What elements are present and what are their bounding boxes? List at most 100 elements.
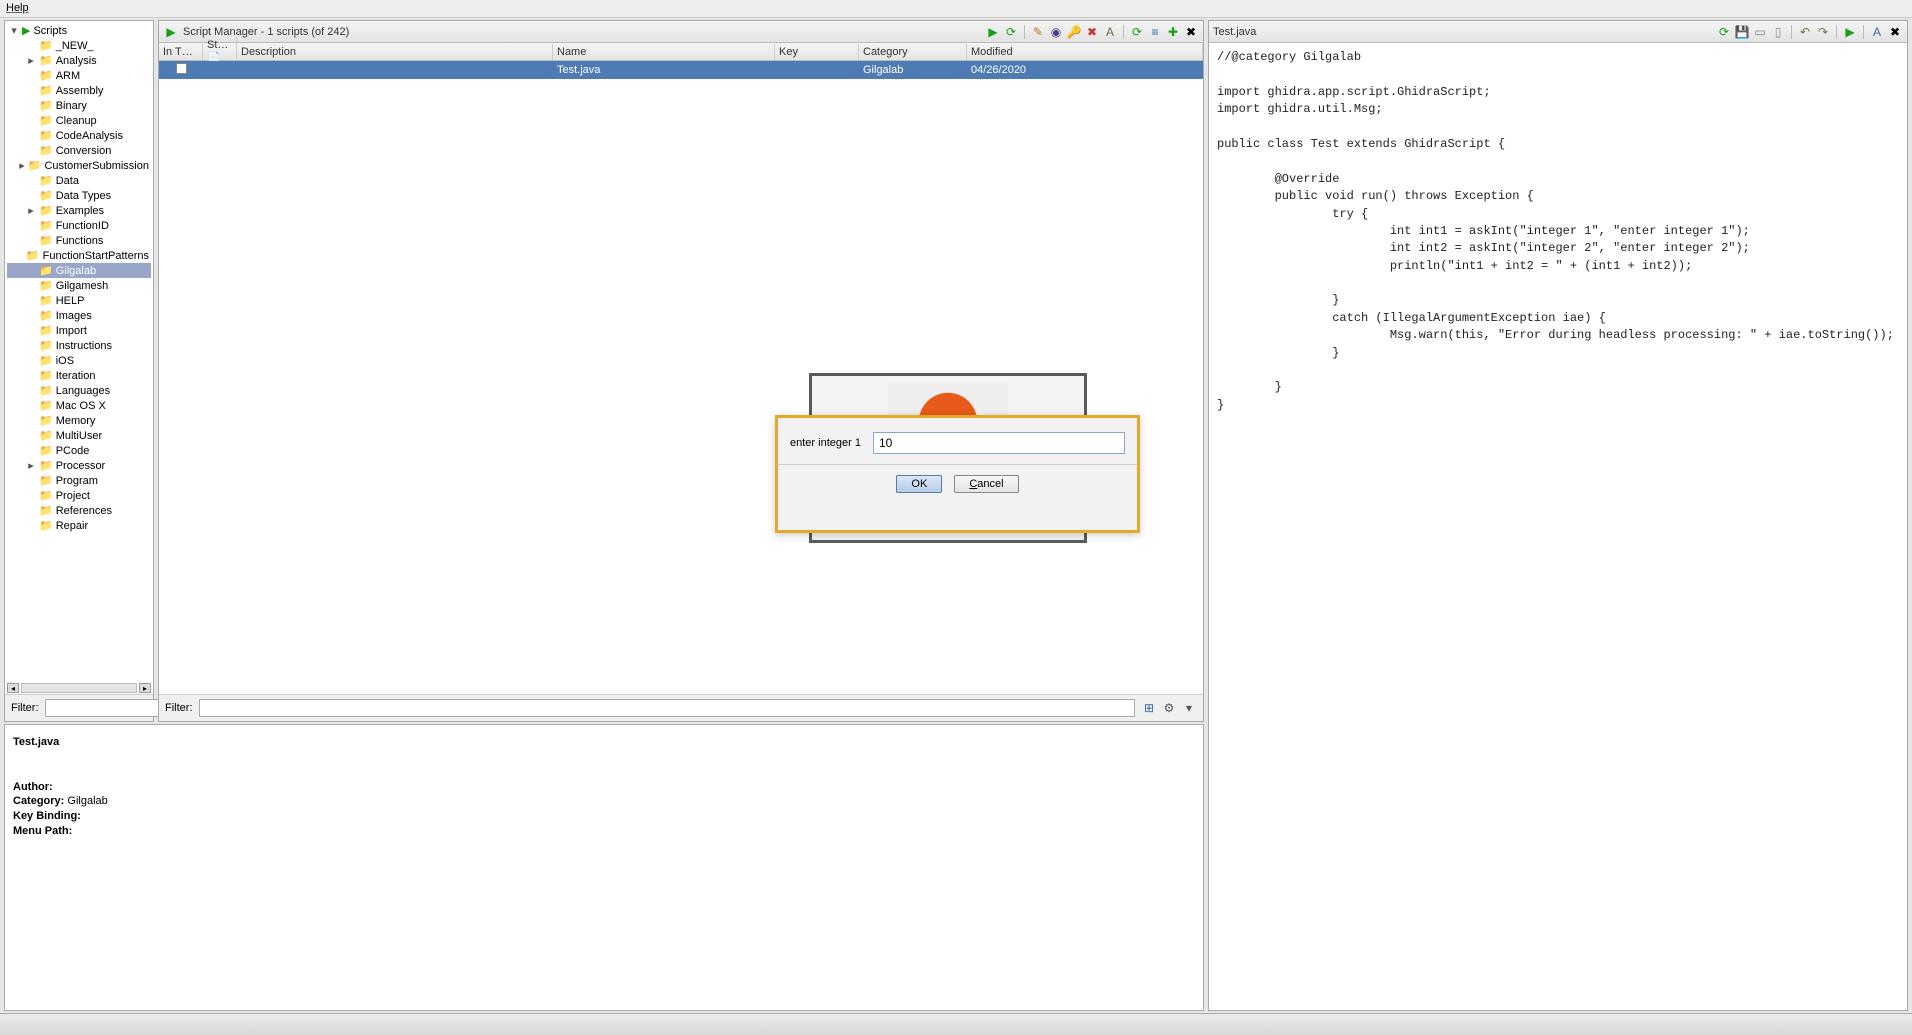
folder-icon: 📁: [39, 339, 53, 352]
folder-icon: 📁: [39, 129, 53, 142]
tree-item-program[interactable]: 📁 Program: [7, 473, 151, 488]
status-bar: [0, 1013, 1912, 1035]
script-meta-panel: Test.java Author: Category: Gilgalab Key…: [4, 724, 1204, 1011]
rename-button[interactable]: A: [1102, 24, 1118, 40]
cancel-button[interactable]: Cancel: [954, 475, 1018, 493]
new-script-button[interactable]: ✚: [1165, 24, 1181, 40]
tree-item-import[interactable]: 📁 Import: [7, 323, 151, 338]
tree-item-instructions[interactable]: 📁 Instructions: [7, 338, 151, 353]
save-button[interactable]: 💾: [1734, 24, 1750, 40]
close-editor-button[interactable]: ✖: [1887, 24, 1903, 40]
tree-item-languages[interactable]: 📁 Languages: [7, 383, 151, 398]
filter-menu-icon[interactable]: ▾: [1181, 700, 1197, 716]
refresh-editor-button[interactable]: ⟳: [1716, 24, 1732, 40]
filter-settings-icon[interactable]: ⚙: [1161, 700, 1177, 716]
undo-button[interactable]: ↶: [1797, 24, 1813, 40]
scroll-right-button[interactable]: ▸: [139, 683, 151, 693]
menu-button[interactable]: ▯: [1770, 24, 1786, 40]
folder-icon: 📁: [39, 474, 53, 487]
col-name[interactable]: Name: [553, 44, 775, 60]
folder-icon: 📁: [26, 249, 40, 262]
menubar: Help: [0, 0, 1912, 18]
tree-item-arm[interactable]: 📁 ARM: [7, 68, 151, 83]
folder-icon: 📁: [39, 189, 53, 202]
script-table-panel: ▶ Script Manager - 1 scripts (of 242) ▶ …: [158, 20, 1204, 722]
meta-key-label: Key Binding:: [13, 810, 81, 822]
redo-button[interactable]: ↷: [1815, 24, 1831, 40]
folder-icon: 📁: [39, 39, 53, 52]
table-filter-input[interactable]: [199, 699, 1136, 717]
folder-icon: 📁: [39, 84, 53, 97]
tree-root[interactable]: ▾▶ Scripts: [7, 23, 151, 38]
scroll-left-button[interactable]: ◂: [7, 683, 19, 693]
tree-item-multiuser[interactable]: 📁 MultiUser: [7, 428, 151, 443]
tree-item-memory[interactable]: 📁 Memory: [7, 413, 151, 428]
play-icon: ▶: [22, 24, 30, 37]
tree-item-iteration[interactable]: 📁 Iteration: [7, 368, 151, 383]
meta-filename: Test.java: [13, 736, 59, 748]
save-as-button[interactable]: ▭: [1752, 24, 1768, 40]
font-button[interactable]: A: [1869, 24, 1885, 40]
tree-item--new-[interactable]: 📁 _NEW_: [7, 38, 151, 53]
tree-item-ios[interactable]: 📁 iOS: [7, 353, 151, 368]
folder-icon: 📁: [39, 399, 53, 412]
col-intool[interactable]: In T…: [159, 44, 203, 60]
tree-item-pcode[interactable]: 📁 PCode: [7, 443, 151, 458]
tree-item-help[interactable]: 📁 HELP: [7, 293, 151, 308]
folder-icon: 📁: [39, 429, 53, 442]
delete-script-button[interactable]: ✖: [1084, 24, 1100, 40]
folder-icon: 📁: [39, 69, 53, 82]
run-button[interactable]: ▶: [985, 24, 1001, 40]
tree-item-analysis[interactable]: ▸📁 Analysis: [7, 53, 151, 68]
ok-button[interactable]: OK: [896, 475, 942, 493]
tree-item-mac-os-x[interactable]: 📁 Mac OS X: [7, 398, 151, 413]
tree-item-assembly[interactable]: 📁 Assembly: [7, 83, 151, 98]
col-category[interactable]: Category: [859, 44, 967, 60]
folder-icon: 📁: [39, 354, 53, 367]
col-key[interactable]: Key: [775, 44, 859, 60]
table-row[interactable]: Test.javaGilgalab04/26/2020: [159, 61, 1203, 79]
tree-item-codeanalysis[interactable]: 📁 CodeAnalysis: [7, 128, 151, 143]
tree-horizontal-scrollbar[interactable]: ◂ ▸: [5, 682, 153, 694]
tree-item-data-types[interactable]: 📁 Data Types: [7, 188, 151, 203]
tree-item-gilgamesh[interactable]: 📁 Gilgamesh: [7, 278, 151, 293]
run-editor-button[interactable]: ▶: [1842, 24, 1858, 40]
play-icon: ▶: [163, 24, 179, 40]
dialog-input[interactable]: [873, 432, 1125, 454]
tree-item-repair[interactable]: 📁 Repair: [7, 518, 151, 533]
scroll-track[interactable]: [21, 683, 137, 693]
tree-item-references[interactable]: 📁 References: [7, 503, 151, 518]
key-binding-button[interactable]: 🔑: [1066, 24, 1082, 40]
tree-item-images[interactable]: 📁 Images: [7, 308, 151, 323]
tree-item-project[interactable]: 📁 Project: [7, 488, 151, 503]
tree-item-conversion[interactable]: 📁 Conversion: [7, 143, 151, 158]
folder-icon: 📁: [39, 489, 53, 502]
col-description[interactable]: Description: [237, 44, 553, 60]
editor-body[interactable]: //@category Gilgalab import ghidra.app.s…: [1209, 43, 1907, 1010]
tree-item-processor[interactable]: ▸📁 Processor: [7, 458, 151, 473]
table-header: In T… St… 📄 Description Name Key Categor…: [159, 43, 1203, 61]
script-manager-title: Script Manager - 1 scripts (of 242): [183, 26, 981, 38]
folder-icon: 📁: [39, 294, 53, 307]
tree-item-data[interactable]: 📁 Data: [7, 173, 151, 188]
refresh-button[interactable]: ⟳: [1129, 24, 1145, 40]
close-panel-button[interactable]: ✖: [1183, 24, 1199, 40]
tree-item-cleanup[interactable]: 📁 Cleanup: [7, 113, 151, 128]
script-dirs-button[interactable]: ≡: [1147, 24, 1163, 40]
ask-int-dialog: enter integer 1 OK Cancel: [775, 415, 1140, 533]
edit-script-button[interactable]: ✎: [1030, 24, 1046, 40]
eclipse-button[interactable]: ◉: [1048, 24, 1064, 40]
intool-checkbox[interactable]: [176, 63, 187, 74]
script-tree[interactable]: ▾▶ Scripts📁 _NEW_▸📁 Analysis📁 ARM📁 Assem…: [5, 21, 153, 682]
tree-item-binary[interactable]: 📁 Binary: [7, 98, 151, 113]
filter-history-icon[interactable]: ⊞: [1141, 700, 1157, 716]
tree-item-functionid[interactable]: 📁 FunctionID: [7, 218, 151, 233]
tree-item-customersubmission[interactable]: ▸📁 CustomerSubmission: [7, 158, 151, 173]
run-again-button[interactable]: ⟳: [1003, 24, 1019, 40]
tree-item-functions[interactable]: 📁 Functions: [7, 233, 151, 248]
tree-item-examples[interactable]: ▸📁 Examples: [7, 203, 151, 218]
tree-item-gilgalab[interactable]: 📁 Gilgalab: [7, 263, 151, 278]
tree-item-functionstartpatterns[interactable]: 📁 FunctionStartPatterns: [7, 248, 151, 263]
col-modified[interactable]: Modified: [967, 44, 1203, 60]
menu-help[interactable]: Help: [6, 2, 29, 14]
